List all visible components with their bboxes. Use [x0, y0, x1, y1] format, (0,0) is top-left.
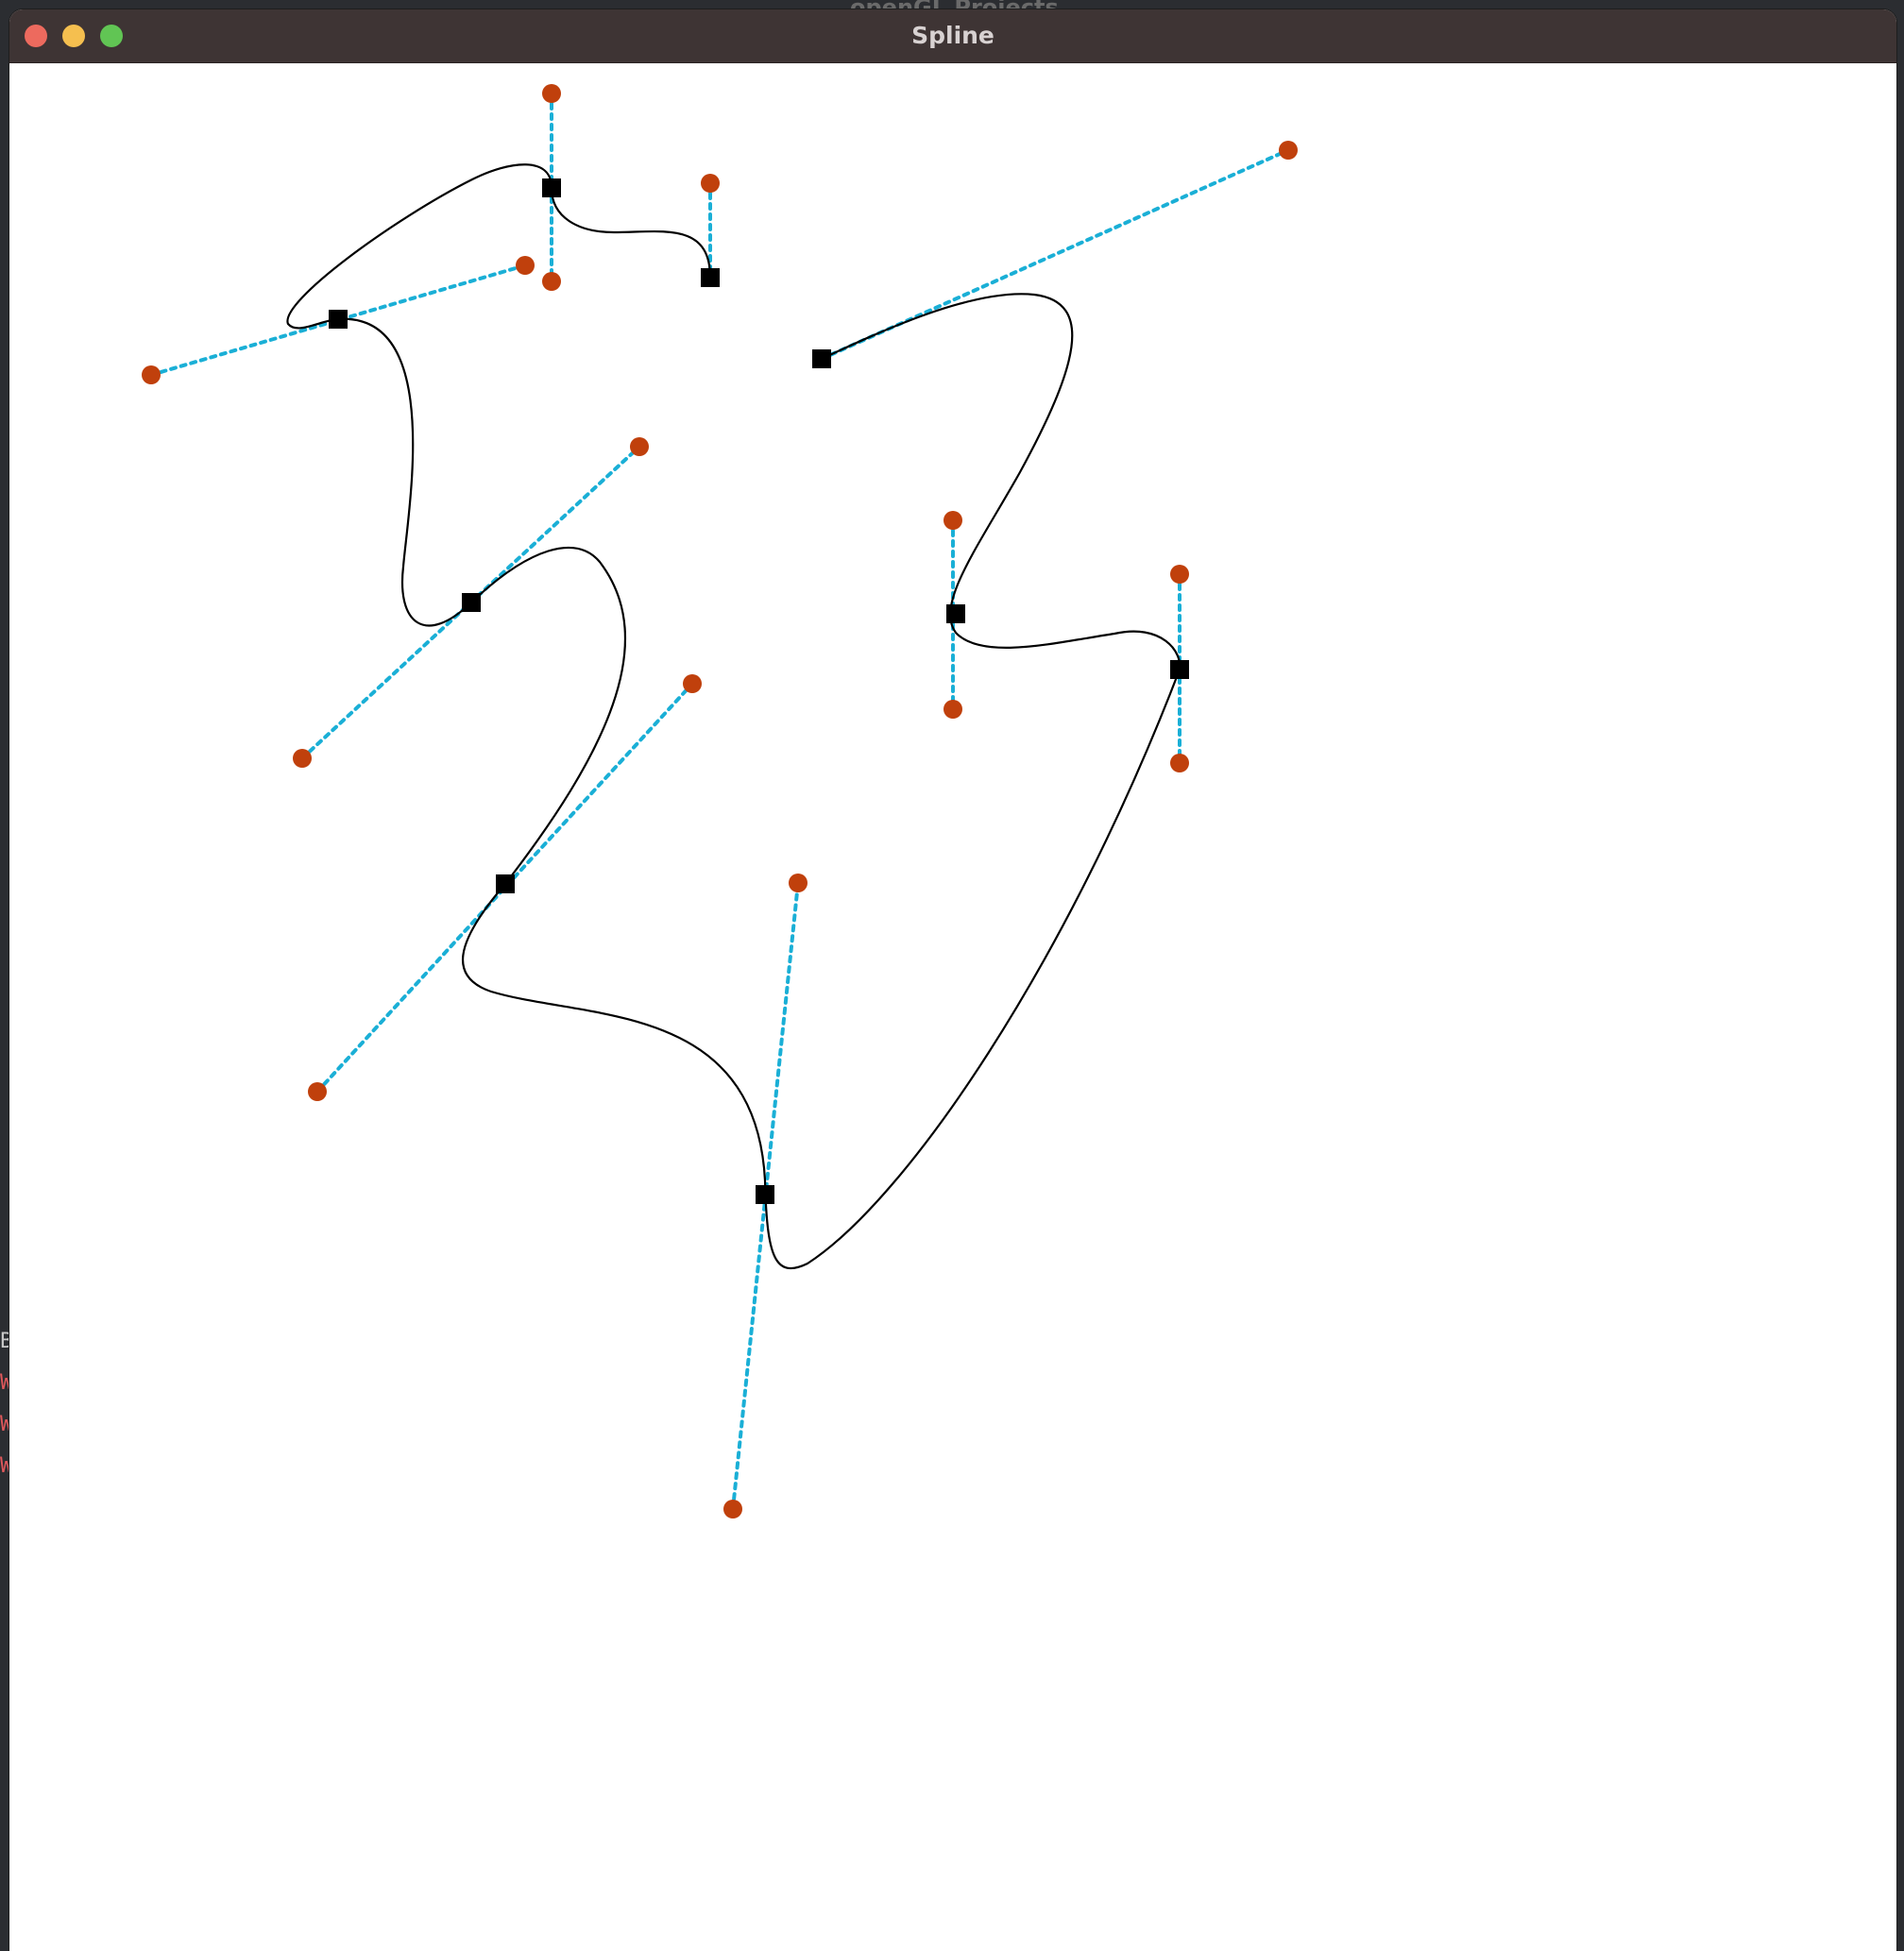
spline-knot-point[interactable]	[812, 349, 831, 368]
control-handle-point[interactable]	[542, 272, 561, 291]
spline-knot-point[interactable]	[701, 268, 720, 287]
control-handle-point[interactable]	[789, 874, 808, 892]
control-handle-point[interactable]	[944, 511, 962, 530]
control-handle-point[interactable]	[630, 437, 649, 456]
control-handle-point[interactable]	[542, 84, 561, 103]
control-handle-point[interactable]	[723, 1500, 742, 1518]
spline-curve-group	[286, 163, 1182, 1269]
spline-knot-point[interactable]	[496, 874, 515, 893]
spline-knot-point[interactable]	[946, 604, 965, 623]
spline-knot-point[interactable]	[756, 1185, 774, 1204]
spline-knot-point[interactable]	[1170, 660, 1189, 679]
control-handle-point[interactable]	[1170, 565, 1189, 584]
control-handle-point[interactable]	[944, 700, 962, 719]
control-handle-point[interactable]	[701, 174, 720, 193]
spline-window: Spline	[9, 9, 1896, 1951]
title-bar[interactable]: Spline	[9, 9, 1896, 63]
control-handle-point[interactable]	[1279, 141, 1298, 160]
spline-knot-point[interactable]	[462, 593, 481, 612]
control-handle-point[interactable]	[516, 256, 535, 275]
spline-knot-point[interactable]	[329, 310, 348, 329]
spline-knot-point[interactable]	[542, 178, 561, 197]
control-handle-point[interactable]	[293, 749, 312, 768]
control-handle-point[interactable]	[1170, 754, 1189, 772]
window-title: Spline	[911, 22, 994, 49]
control-handle-point[interactable]	[308, 1082, 327, 1101]
spline-canvas[interactable]	[9, 63, 1896, 1951]
spline-drawing[interactable]	[9, 63, 1896, 1951]
control-handle-point[interactable]	[683, 674, 702, 693]
spline-curve	[286, 163, 1182, 1269]
control-handle-point[interactable]	[142, 365, 161, 384]
